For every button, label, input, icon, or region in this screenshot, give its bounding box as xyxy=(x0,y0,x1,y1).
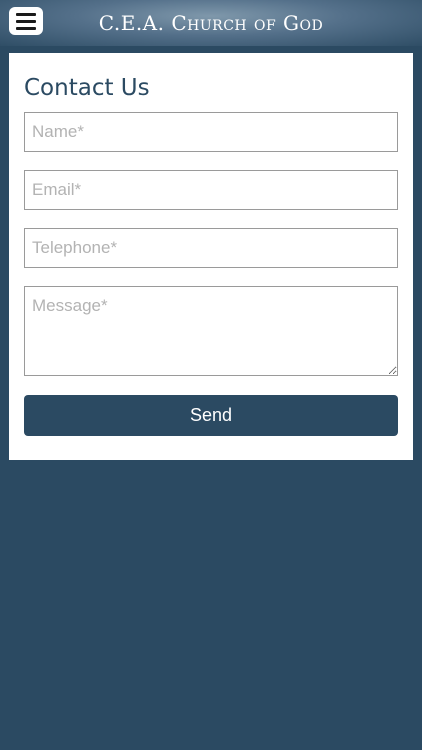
app-header: C.E.A. Church of God xyxy=(0,0,422,46)
send-button[interactable]: Send xyxy=(24,395,398,436)
page-title: Contact Us xyxy=(24,75,150,101)
message-textarea[interactable] xyxy=(24,286,398,376)
contact-form-card: Contact Us Send xyxy=(9,53,413,460)
app-title: C.E.A. Church of God xyxy=(98,11,324,35)
email-input[interactable] xyxy=(24,170,398,210)
name-input[interactable] xyxy=(24,112,398,152)
telephone-input[interactable] xyxy=(24,228,398,268)
